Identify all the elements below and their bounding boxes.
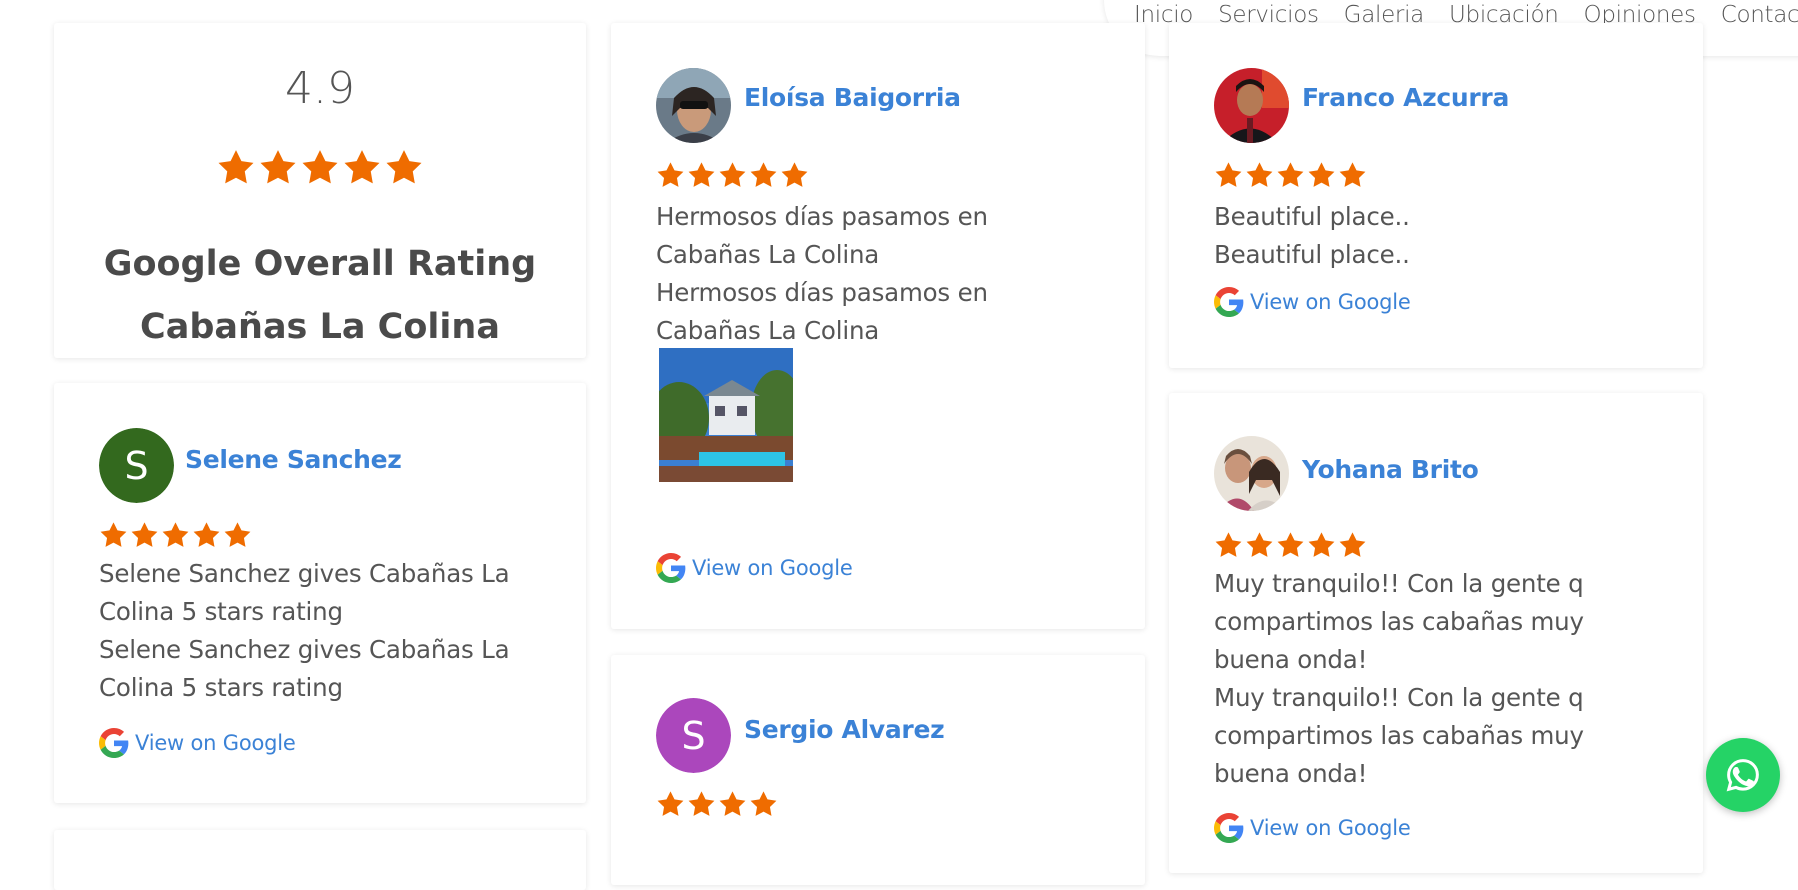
whatsapp-icon: [1726, 759, 1759, 792]
view-on-google-selene[interactable]: View on Google: [99, 728, 296, 758]
star-icon: [302, 150, 338, 184]
review-card-partial-bottom-left: [54, 830, 586, 890]
star-icon: [100, 522, 127, 547]
google-g-icon: [656, 553, 686, 583]
review-photo-eloisa[interactable]: [659, 348, 793, 482]
view-on-google-franco[interactable]: View on Google: [1214, 287, 1411, 317]
star-icon: [162, 522, 189, 547]
review-text-eloisa: Hermosos días pasamos en Cabañas La Coli…: [656, 202, 988, 345]
star-icon: [218, 150, 254, 184]
star-icon: [386, 150, 422, 184]
star-icon: [750, 162, 777, 187]
avatar-franco: [1214, 68, 1289, 143]
star-icon: [193, 522, 220, 547]
review-stars-sergio: [655, 789, 779, 820]
avatar-photo: [656, 68, 731, 143]
star-icon: [1246, 532, 1273, 557]
avatar-yohana: [1214, 436, 1289, 511]
google-g-icon: [1214, 813, 1244, 843]
review-text-yohana: Muy tranquilo!! Con la gente q compartim…: [1214, 569, 1584, 788]
review-card-selene: S Selene Sanchez Selene Sanchez gives Ca…: [54, 383, 586, 803]
avatar-letter-selene: S: [99, 428, 174, 503]
star-icon: [750, 791, 777, 816]
view-on-google-label: View on Google: [692, 556, 853, 580]
star-icon: [1339, 162, 1366, 187]
view-on-google-eloisa[interactable]: View on Google: [656, 553, 853, 583]
star-icon: [224, 522, 251, 547]
whatsapp-button[interactable]: [1706, 738, 1780, 812]
reviewer-name-yohana[interactable]: Yohana Brito: [1302, 455, 1479, 484]
star-icon: [1308, 532, 1335, 557]
star-icon: [260, 150, 296, 184]
review-card-franco: Franco Azcurra Beautiful place.. Beautif…: [1169, 23, 1703, 368]
overall-title-line2: Cabañas La Colina: [140, 307, 500, 347]
review-card-yohana: Yohana Brito Muy tranquilo!! Con la gent…: [1169, 393, 1703, 873]
review-stars-yohana: [1213, 530, 1368, 561]
star-icon: [719, 162, 746, 187]
star-icon: [1339, 532, 1366, 557]
overall-title-line1: Google Overall Rating: [103, 244, 537, 284]
review-card-sergio: S Sergio Alvarez: [611, 655, 1145, 885]
star-icon: [1308, 162, 1335, 187]
avatar-photo: [1214, 68, 1289, 143]
star-icon: [344, 150, 380, 184]
star-icon: [781, 162, 808, 187]
star-icon: [1277, 162, 1304, 187]
review-stars-eloisa: [655, 160, 810, 191]
avatar-selene: S: [99, 428, 174, 503]
review-photo-image: [659, 348, 793, 482]
star-icon: [688, 791, 715, 816]
review-card-eloisa: Eloísa Baigorria Hermosos días pasamos e…: [611, 23, 1145, 629]
review-text-franco: Beautiful place.. Beautiful place..: [1214, 202, 1410, 269]
view-on-google-label: View on Google: [135, 731, 296, 755]
review-stars-franco: [1213, 160, 1368, 191]
avatar-photo: [1214, 436, 1289, 511]
reviewer-name-selene[interactable]: Selene Sanchez: [185, 445, 402, 474]
review-stars-selene: [98, 520, 253, 551]
star-icon: [688, 162, 715, 187]
nav-item-contacto[interactable]: Contacto: [1721, 2, 1798, 28]
star-icon: [1246, 162, 1273, 187]
star-icon: [1215, 532, 1242, 557]
star-icon: [719, 791, 746, 816]
reviewer-name-eloisa[interactable]: Eloísa Baigorria: [744, 83, 961, 112]
review-text-selene: Selene Sanchez gives Cabañas La Colina 5…: [99, 559, 510, 702]
overall-stars: [54, 147, 586, 189]
google-g-icon: [99, 728, 129, 758]
overall-rating-card: 4.9 Google Overall Rating Cabañas La Col…: [54, 23, 586, 358]
view-on-google-label: View on Google: [1250, 290, 1411, 314]
avatar-eloisa: [656, 68, 731, 143]
star-icon: [1215, 162, 1242, 187]
view-on-google-yohana[interactable]: View on Google: [1214, 813, 1411, 843]
reviewer-name-franco[interactable]: Franco Azcurra: [1302, 83, 1509, 112]
star-icon: [657, 162, 684, 187]
avatar-sergio: S: [656, 698, 731, 773]
reviewer-name-sergio[interactable]: Sergio Alvarez: [744, 715, 945, 744]
overall-score: 4.9: [285, 63, 355, 114]
star-icon: [1277, 532, 1304, 557]
view-on-google-label: View on Google: [1250, 816, 1411, 840]
overall-title: Google Overall Rating Cabañas La Colina: [54, 233, 586, 358]
google-g-icon: [1214, 287, 1244, 317]
star-icon: [131, 522, 158, 547]
star-icon: [657, 791, 684, 816]
avatar-letter-sergio: S: [656, 698, 731, 773]
